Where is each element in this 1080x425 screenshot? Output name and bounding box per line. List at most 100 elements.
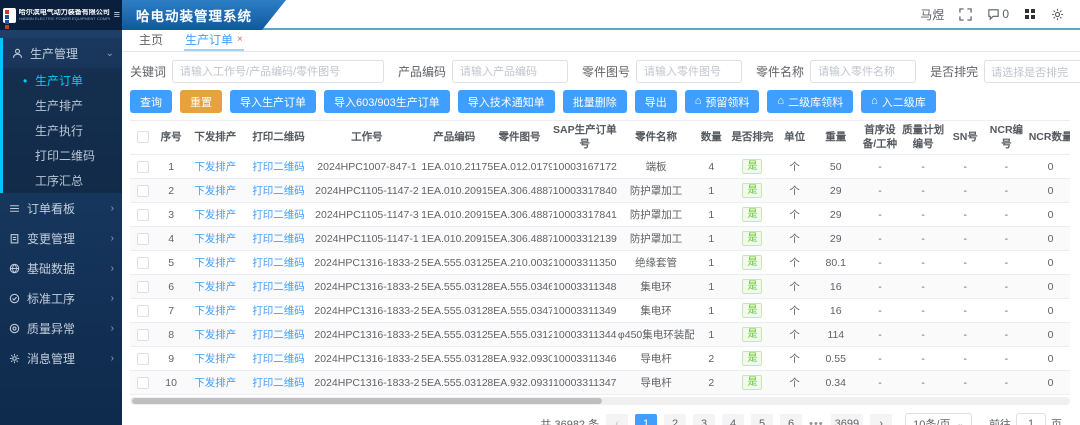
tab-生产订单[interactable]: 生产订单× (184, 30, 244, 51)
grid-icon[interactable] (1024, 8, 1036, 20)
username[interactable]: 马煜 (920, 6, 944, 23)
print-qrcode-link[interactable]: 打印二维码 (252, 305, 305, 317)
cell-job: 2024HPC1105-1147-3 (313, 203, 421, 227)
row-checkbox[interactable] (137, 353, 149, 365)
row-checkbox[interactable] (137, 281, 149, 293)
row-checkbox[interactable] (137, 161, 149, 173)
print-qrcode-link[interactable]: 打印二维码 (252, 161, 305, 173)
cell-job: 2024HPC1007-847-1 (313, 155, 421, 179)
next-page-button[interactable]: › (870, 414, 892, 425)
print-qrcode-link[interactable]: 打印二维码 (252, 353, 305, 365)
dispatch-link[interactable]: 下发排产 (194, 305, 236, 317)
cell-sap: 10003311347 (552, 371, 618, 395)
message-icon[interactable]: 0 (987, 7, 1009, 21)
dispatch-link[interactable]: 下发排产 (194, 185, 236, 197)
row-checkbox[interactable] (137, 329, 149, 341)
cell-ncr: - (985, 347, 1027, 371)
print-qrcode-link[interactable]: 打印二维码 (252, 329, 305, 341)
print-qrcode-link[interactable]: 打印二维码 (252, 185, 305, 197)
select-all-checkbox[interactable] (137, 131, 149, 143)
page-size-select[interactable]: 10条/页⌄ (905, 413, 972, 425)
button-查询[interactable]: 查询 (130, 90, 172, 113)
button-导入技术通知单[interactable]: 导入技术通知单 (458, 90, 555, 113)
cell-equip: - (859, 203, 901, 227)
sidebar-item-生产订单[interactable]: •生产订单 (3, 68, 122, 93)
row-checkbox[interactable] (137, 305, 149, 317)
print-qrcode-link[interactable]: 打印二维码 (252, 209, 305, 221)
dispatch-link[interactable]: 下发排产 (194, 233, 236, 245)
page-button-1[interactable]: 1 (635, 414, 657, 425)
gear-icon[interactable] (1051, 8, 1064, 21)
scrollbar-thumb[interactable] (132, 398, 602, 404)
pagination: 共 36982 条‹123456•••3699›10条/页⌄前往页 (130, 408, 1070, 425)
cell-sn: - (945, 203, 985, 227)
page-button-3699[interactable]: 3699 (831, 414, 863, 425)
sidebar-menu-消息管理[interactable]: 消息管理› (0, 343, 122, 373)
row-checkbox[interactable] (137, 185, 149, 197)
button-导入603/903生产订单[interactable]: 导入603/903生产订单 (324, 90, 450, 113)
page-button-5[interactable]: 5 (751, 414, 773, 425)
prev-page-button[interactable]: ‹ (606, 414, 628, 425)
cell-unit: 个 (777, 227, 813, 251)
cell-seq: 10 (156, 371, 186, 395)
button-重置[interactable]: 重置 (180, 90, 222, 113)
dispatch-link[interactable]: 下发排产 (194, 257, 236, 269)
sidebar-menu-变更管理[interactable]: 变更管理› (0, 223, 122, 253)
button-导出[interactable]: 导出 (635, 90, 677, 113)
filter-input-产品编码[interactable] (452, 60, 568, 83)
page-button-2[interactable]: 2 (664, 414, 686, 425)
dispatch-link[interactable]: 下发排产 (194, 329, 236, 341)
cell-name: 防护罩加工 (618, 179, 694, 203)
dispatch-link[interactable]: 下发排产 (194, 353, 236, 365)
dispatch-link[interactable]: 下发排产 (194, 281, 236, 293)
cell-ncr-qty: 0 (1028, 371, 1071, 395)
button-批量删除[interactable]: 批量删除 (563, 90, 627, 113)
filter-input-关键词[interactable] (172, 60, 384, 83)
close-icon[interactable]: × (237, 34, 243, 45)
button-二级库领料[interactable]: ⌂二级库领料 (767, 90, 853, 113)
page-button-6[interactable]: 6 (780, 414, 802, 425)
cell-seq: 7 (156, 299, 186, 323)
horizontal-scrollbar[interactable] (130, 397, 1070, 405)
sidebar-item-生产执行[interactable]: 生产执行 (3, 118, 122, 143)
cell-sn: - (945, 227, 985, 251)
sidebar-menu-生产管理[interactable]: 生产管理⌄ (3, 38, 122, 68)
row-checkbox[interactable] (137, 233, 149, 245)
sidebar-item-打印二维码[interactable]: 打印二维码 (3, 143, 122, 168)
sidebar-item-工序汇总[interactable]: 工序汇总 (3, 168, 122, 193)
filter-input-零件名称[interactable] (810, 60, 916, 83)
dispatch-link[interactable]: 下发排产 (194, 161, 236, 173)
row-checkbox[interactable] (137, 377, 149, 389)
sidebar-menu-基础数据[interactable]: 基础数据› (0, 253, 122, 283)
page-button-4[interactable]: 4 (722, 414, 744, 425)
column-header-重量: 重量 (813, 121, 859, 155)
row-checkbox[interactable] (137, 209, 149, 221)
filter-select-是否排完[interactable]: 请选择是否排完⌄ (984, 60, 1080, 83)
sidebar-item-生产排产[interactable]: 生产排产 (3, 93, 122, 118)
goto-page-input[interactable] (1016, 413, 1046, 425)
filter-input-零件图号[interactable] (636, 60, 742, 83)
sidebar-group-3: 基础数据› (0, 253, 122, 283)
button-入二级库[interactable]: ⌂入二级库 (861, 90, 936, 113)
dispatch-link[interactable]: 下发排产 (194, 377, 236, 389)
fullscreen-icon[interactable] (959, 8, 972, 21)
sidebar-menu-标准工序[interactable]: 标准工序› (0, 283, 122, 313)
more-pages-icon[interactable]: ••• (809, 418, 824, 425)
cell-ncr: - (985, 179, 1027, 203)
collapse-sidebar-icon[interactable]: ≡ (114, 9, 119, 21)
cell-equip: - (859, 347, 901, 371)
print-qrcode-link[interactable]: 打印二维码 (252, 257, 305, 269)
print-qrcode-link[interactable]: 打印二维码 (252, 233, 305, 245)
sidebar-menu-订单看板[interactable]: 订单看板› (0, 193, 122, 223)
print-qrcode-link[interactable]: 打印二维码 (252, 377, 305, 389)
tab-主页[interactable]: 主页 (138, 30, 164, 51)
print-qrcode-link[interactable]: 打印二维码 (252, 281, 305, 293)
cell-name: 集电环 (618, 299, 694, 323)
page-button-3[interactable]: 3 (693, 414, 715, 425)
sidebar-menu-质量异常[interactable]: 质量异常› (0, 313, 122, 343)
button-预留领料[interactable]: ⌂预留领料 (685, 90, 760, 113)
cell-product: 5EA.555.0312 (421, 371, 487, 395)
row-checkbox[interactable] (137, 257, 149, 269)
dispatch-link[interactable]: 下发排产 (194, 209, 236, 221)
button-导入生产订单[interactable]: 导入生产订单 (230, 90, 316, 113)
